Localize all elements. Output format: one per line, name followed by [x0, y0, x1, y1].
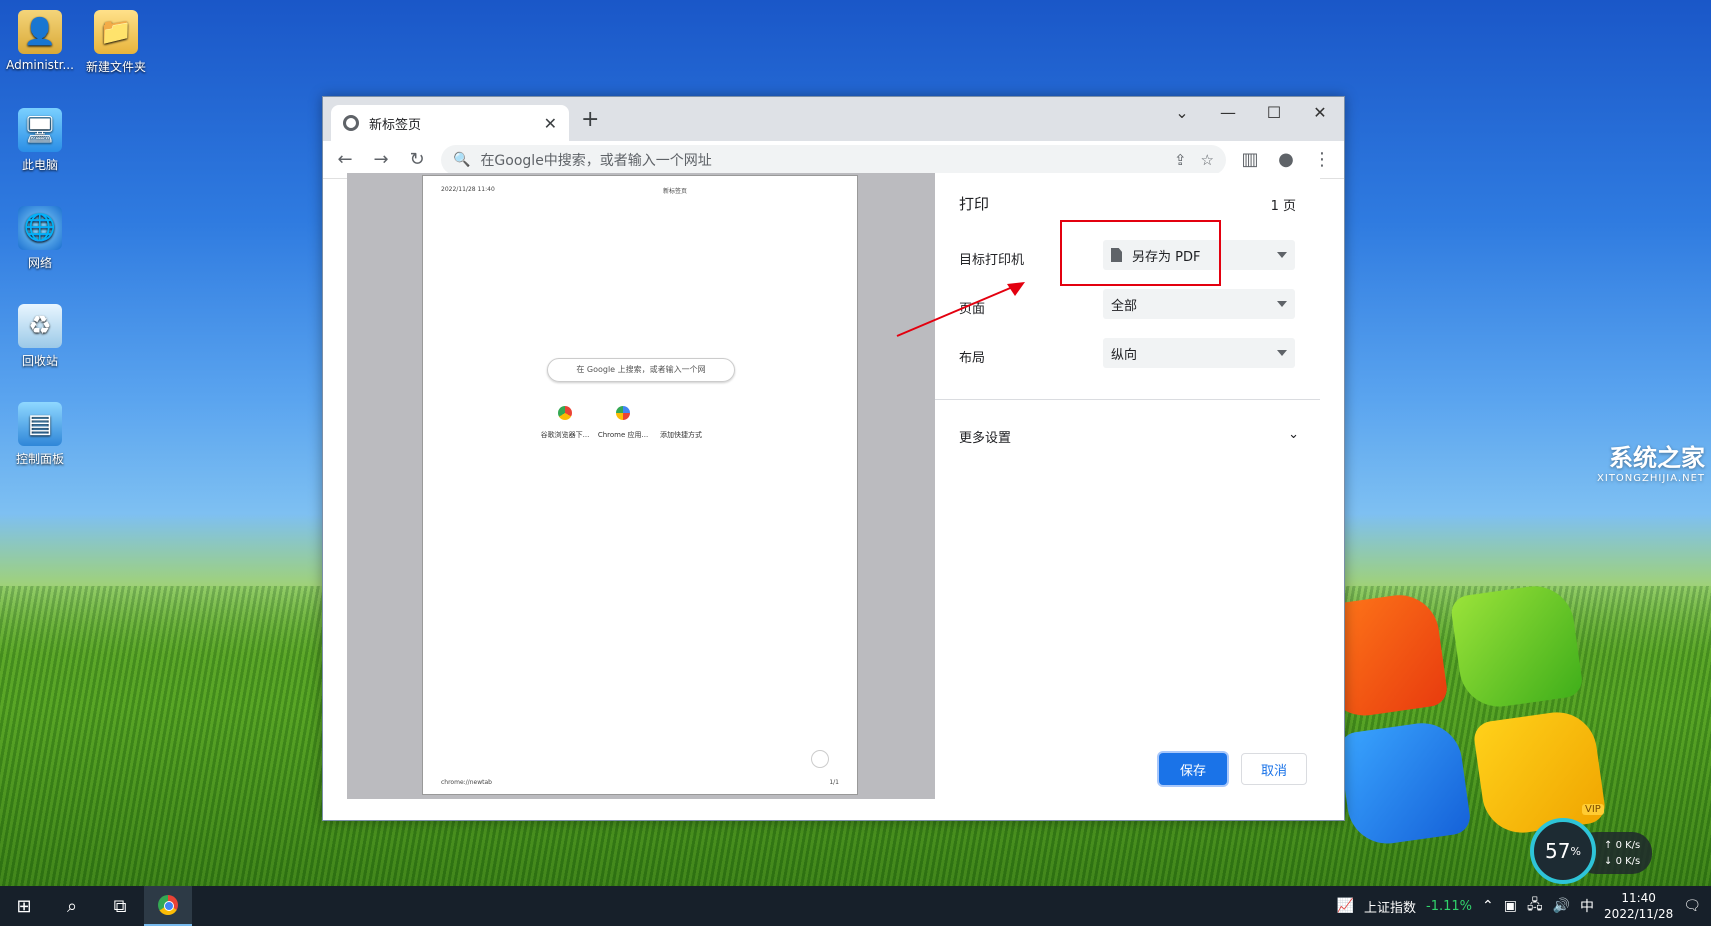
windows-logo	[1314, 568, 1627, 864]
dropdown-caret-icon	[1277, 350, 1287, 356]
desktop-icon-administrator[interactable]: 👤 Administr...	[0, 10, 80, 72]
taskbar: ⊞ ⌕ ⧉ 📈 上证指数 -1.11% ⌃ ▣ 🖧 🔊 中 11:40 2022…	[0, 886, 1711, 926]
profile-avatar-icon[interactable]: ●	[1274, 149, 1298, 170]
clock[interactable]: 11:40 2022/11/28	[1604, 890, 1673, 922]
reload-icon[interactable]: ↻	[405, 149, 429, 170]
preview-shortcut: Chrome 应用...	[593, 406, 653, 440]
layout-select[interactable]: 纵向	[1103, 338, 1295, 368]
preview-search-box: 在 Google 上搜索，或者输入一个网	[547, 358, 735, 382]
add-shortcut-icon	[674, 406, 688, 420]
stock-name[interactable]: 上证指数	[1364, 897, 1416, 916]
chrome-window: 新标签页 ✕ + ⌄ — ☐ ✕ ← → ↻ 🔍 在Google中搜索，或者输入…	[322, 96, 1345, 821]
ime-indicator[interactable]: 中	[1580, 896, 1594, 916]
dropdown-caret-icon	[1277, 301, 1287, 307]
notification-icon[interactable]: 🗨	[1683, 898, 1701, 914]
system-tray: 📈 上证指数 -1.11% ⌃ ▣ 🖧 🔊 中 11:40 2022/11/28…	[1337, 886, 1711, 926]
task-view-icon[interactable]: ⧉	[96, 886, 144, 926]
more-settings-toggle[interactable]: 更多设置 ⌄	[959, 427, 1299, 446]
tab-strip: 新标签页 ✕ + ⌄ — ☐ ✕	[323, 97, 1344, 141]
back-arrow-icon[interactable]: ←	[333, 149, 357, 170]
user-folder-icon: 👤	[18, 10, 62, 54]
volume-icon[interactable]: 🔊	[1553, 898, 1570, 914]
preview-header-date: 2022/11/28 11:40	[441, 186, 495, 193]
close-window-button[interactable]: ✕	[1300, 103, 1340, 122]
watermark-logo: 系统之家 XITONGZHIJIA.NET	[1597, 444, 1705, 484]
print-title: 打印	[959, 195, 990, 213]
net-speed-widget[interactable]: VIP ↑ 0 K/s ↓ 0 K/s 57%	[1530, 804, 1652, 884]
chrome-icon	[558, 406, 572, 420]
chrome-icon	[158, 895, 178, 915]
preview-footer-url: chrome://newtab	[441, 779, 492, 786]
desktop-icon-network[interactable]: 🌐 网络	[0, 206, 80, 271]
side-panel-icon[interactable]: ▥	[1238, 149, 1262, 170]
computer-icon: 🖥	[18, 108, 62, 152]
network-globe-icon: 🌐	[18, 206, 62, 250]
recycle-bin-icon: ♻	[18, 304, 62, 348]
tab-search-chevron-icon[interactable]: ⌄	[1162, 103, 1202, 122]
maximize-button[interactable]: ☐	[1254, 103, 1294, 122]
highlight-box	[1060, 220, 1221, 286]
preview-footer-page: 1/1	[829, 779, 839, 786]
preview-page: 2022/11/28 11:40 新标签页 在 Google 上搜索，或者输入一…	[422, 175, 858, 795]
search-icon[interactable]: ⌕	[48, 886, 96, 926]
cancel-button[interactable]: 取消	[1241, 753, 1307, 785]
destination-label: 目标打印机	[959, 253, 1025, 268]
new-tab-button[interactable]: +	[581, 107, 599, 132]
desktop-icon-this-pc[interactable]: 🖥 此电脑	[0, 108, 80, 173]
desktop-icon-control-panel[interactable]: ▤ 控制面板	[0, 402, 80, 467]
annotation-arrow	[896, 282, 1025, 337]
chrome-apps-icon	[616, 406, 630, 420]
address-bar[interactable]: 🔍 在Google中搜索，或者输入一个网址 ⇪ ☆	[441, 144, 1226, 175]
show-hidden-icons-chevron-icon[interactable]: ⌃	[1482, 898, 1494, 914]
share-icon[interactable]: ⇪	[1174, 151, 1187, 169]
address-placeholder: 在Google中搜索，或者输入一个网址	[480, 152, 712, 169]
control-panel-icon: ▤	[18, 402, 62, 446]
preview-shortcut: 谷歌浏览器下...	[535, 406, 595, 440]
pages-select[interactable]: 全部	[1103, 289, 1295, 319]
tab-new-tab[interactable]: 新标签页 ✕	[331, 105, 569, 141]
close-tab-icon[interactable]: ✕	[544, 114, 557, 133]
layout-label: 布局	[959, 351, 986, 366]
tab-title: 新标签页	[369, 117, 422, 133]
desktop-icon-new-folder[interactable]: 📁 新建文件夹	[76, 10, 156, 75]
minimize-button[interactable]: —	[1208, 103, 1248, 122]
vip-badge: VIP	[1582, 804, 1604, 815]
customize-circle-icon	[811, 750, 829, 768]
forward-arrow-icon[interactable]: →	[369, 149, 393, 170]
stock-change: -1.11%	[1426, 898, 1473, 914]
more-menu-icon[interactable]: ⋮	[1310, 149, 1334, 170]
save-button[interactable]: 保存	[1159, 753, 1227, 785]
chevron-down-icon: ⌄	[1288, 427, 1299, 442]
network-icon[interactable]: 🖧	[1527, 894, 1543, 918]
settings-divider	[935, 399, 1320, 400]
search-icon: 🔍	[453, 151, 471, 168]
chrome-favicon-icon	[343, 115, 359, 131]
taskbar-chrome-button[interactable]	[144, 886, 192, 926]
preview-shortcut: 添加快捷方式	[651, 406, 711, 440]
print-preview-area: 2022/11/28 11:40 新标签页 在 Google 上搜索，或者输入一…	[347, 173, 935, 799]
page-count: 1 页	[1270, 199, 1296, 214]
dropdown-caret-icon	[1277, 252, 1287, 258]
start-windows-icon[interactable]: ⊞	[0, 886, 48, 926]
bookmark-star-icon[interactable]: ☆	[1201, 151, 1214, 169]
usage-ring: 57%	[1530, 818, 1596, 884]
stock-chart-icon[interactable]: 📈	[1337, 898, 1354, 914]
folder-icon: 📁	[94, 10, 138, 54]
preview-header-title: 新标签页	[663, 188, 688, 195]
desktop-icon-recycle-bin[interactable]: ♻ 回收站	[0, 304, 80, 369]
tray-app-icon[interactable]: ▣	[1504, 898, 1517, 914]
